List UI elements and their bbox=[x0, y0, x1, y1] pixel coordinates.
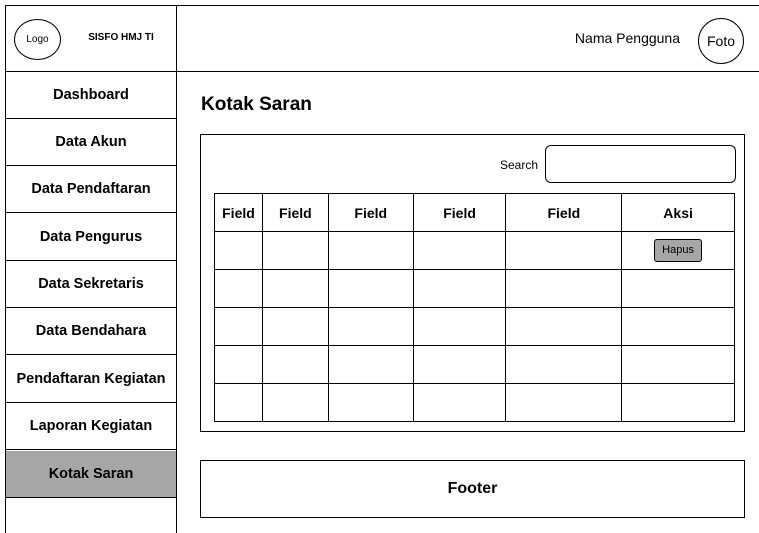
column-header: Field bbox=[261, 193, 329, 232]
table-cell bbox=[412, 383, 507, 422]
search-input[interactable] bbox=[545, 145, 736, 183]
sidebar: Logo SISFO HMJ TI Dashboard Data Akun Da… bbox=[5, 5, 177, 533]
column-header: Field bbox=[214, 193, 263, 232]
sidebar-item-kotak-saran[interactable]: Kotak Saran bbox=[6, 451, 176, 498]
table-cell bbox=[412, 231, 507, 270]
table-cell bbox=[412, 269, 507, 308]
table-cell bbox=[327, 383, 414, 422]
table-cell bbox=[261, 269, 329, 308]
user-name[interactable]: Nama Pengguna bbox=[520, 30, 680, 46]
table-cell-action: Hapus bbox=[621, 231, 735, 270]
column-header: Field bbox=[505, 193, 623, 232]
table-cell bbox=[505, 231, 623, 270]
page-title: Kotak Saran bbox=[201, 94, 312, 115]
header-divider bbox=[177, 71, 759, 72]
table-row bbox=[214, 269, 735, 308]
column-header: Field bbox=[327, 193, 414, 232]
logo: Logo bbox=[14, 19, 61, 60]
table-cell bbox=[621, 269, 735, 308]
sidebar-item-data-sekretaris[interactable]: Data Sekretaris bbox=[6, 261, 176, 308]
table-header-row: Field Field Field Field Field Aksi bbox=[214, 193, 735, 232]
table-cell bbox=[412, 307, 507, 346]
table-cell bbox=[327, 231, 414, 270]
data-table: Field Field Field Field Field Aksi Hapus bbox=[214, 193, 735, 422]
table-cell bbox=[327, 345, 414, 384]
table-cell bbox=[214, 383, 263, 422]
sidebar-item-data-pendaftaran[interactable]: Data Pendaftaran bbox=[6, 166, 176, 213]
hapus-button[interactable]: Hapus bbox=[654, 239, 703, 262]
table-cell bbox=[621, 345, 735, 384]
sidebar-item-data-akun[interactable]: Data Akun bbox=[6, 119, 176, 166]
table-cell bbox=[505, 345, 623, 384]
column-header: Field bbox=[412, 193, 507, 232]
table-row bbox=[214, 345, 735, 384]
table-cell bbox=[412, 345, 507, 384]
table-row bbox=[214, 383, 735, 422]
table-cell bbox=[214, 231, 263, 270]
sidebar-item-pendaftaran-kegiatan[interactable]: Pendaftaran Kegiatan bbox=[6, 356, 176, 403]
table-cell bbox=[505, 269, 623, 308]
sidebar-item-data-pengurus[interactable]: Data Pengurus bbox=[6, 214, 176, 261]
search-label: Search bbox=[500, 158, 539, 172]
sidebar-item-dashboard[interactable]: Dashboard bbox=[6, 72, 176, 119]
footer: Footer bbox=[200, 460, 745, 518]
table-cell bbox=[261, 307, 329, 346]
header-top-border bbox=[177, 5, 759, 6]
column-header-aksi: Aksi bbox=[621, 193, 735, 232]
table-cell bbox=[327, 269, 414, 308]
table-cell bbox=[214, 345, 263, 384]
table-row: Hapus bbox=[214, 231, 735, 270]
table-cell bbox=[214, 307, 263, 346]
sidebar-item-data-bendahara[interactable]: Data Bendahara bbox=[6, 308, 176, 355]
table-cell bbox=[621, 383, 735, 422]
table-cell bbox=[261, 383, 329, 422]
brand-name: SISFO HMJ TI bbox=[88, 32, 154, 43]
sidebar-item-laporan-kegiatan[interactable]: Laporan Kegiatan bbox=[6, 403, 176, 450]
table-cell bbox=[505, 383, 623, 422]
avatar[interactable]: Foto bbox=[698, 18, 744, 64]
brand-area: Logo SISFO HMJ TI bbox=[6, 6, 176, 72]
table-cell bbox=[261, 231, 329, 270]
table-row bbox=[214, 307, 735, 346]
table-cell bbox=[214, 269, 263, 308]
table-cell bbox=[327, 307, 414, 346]
table-cell bbox=[621, 307, 735, 346]
table-cell bbox=[505, 307, 623, 346]
table-cell bbox=[261, 345, 329, 384]
